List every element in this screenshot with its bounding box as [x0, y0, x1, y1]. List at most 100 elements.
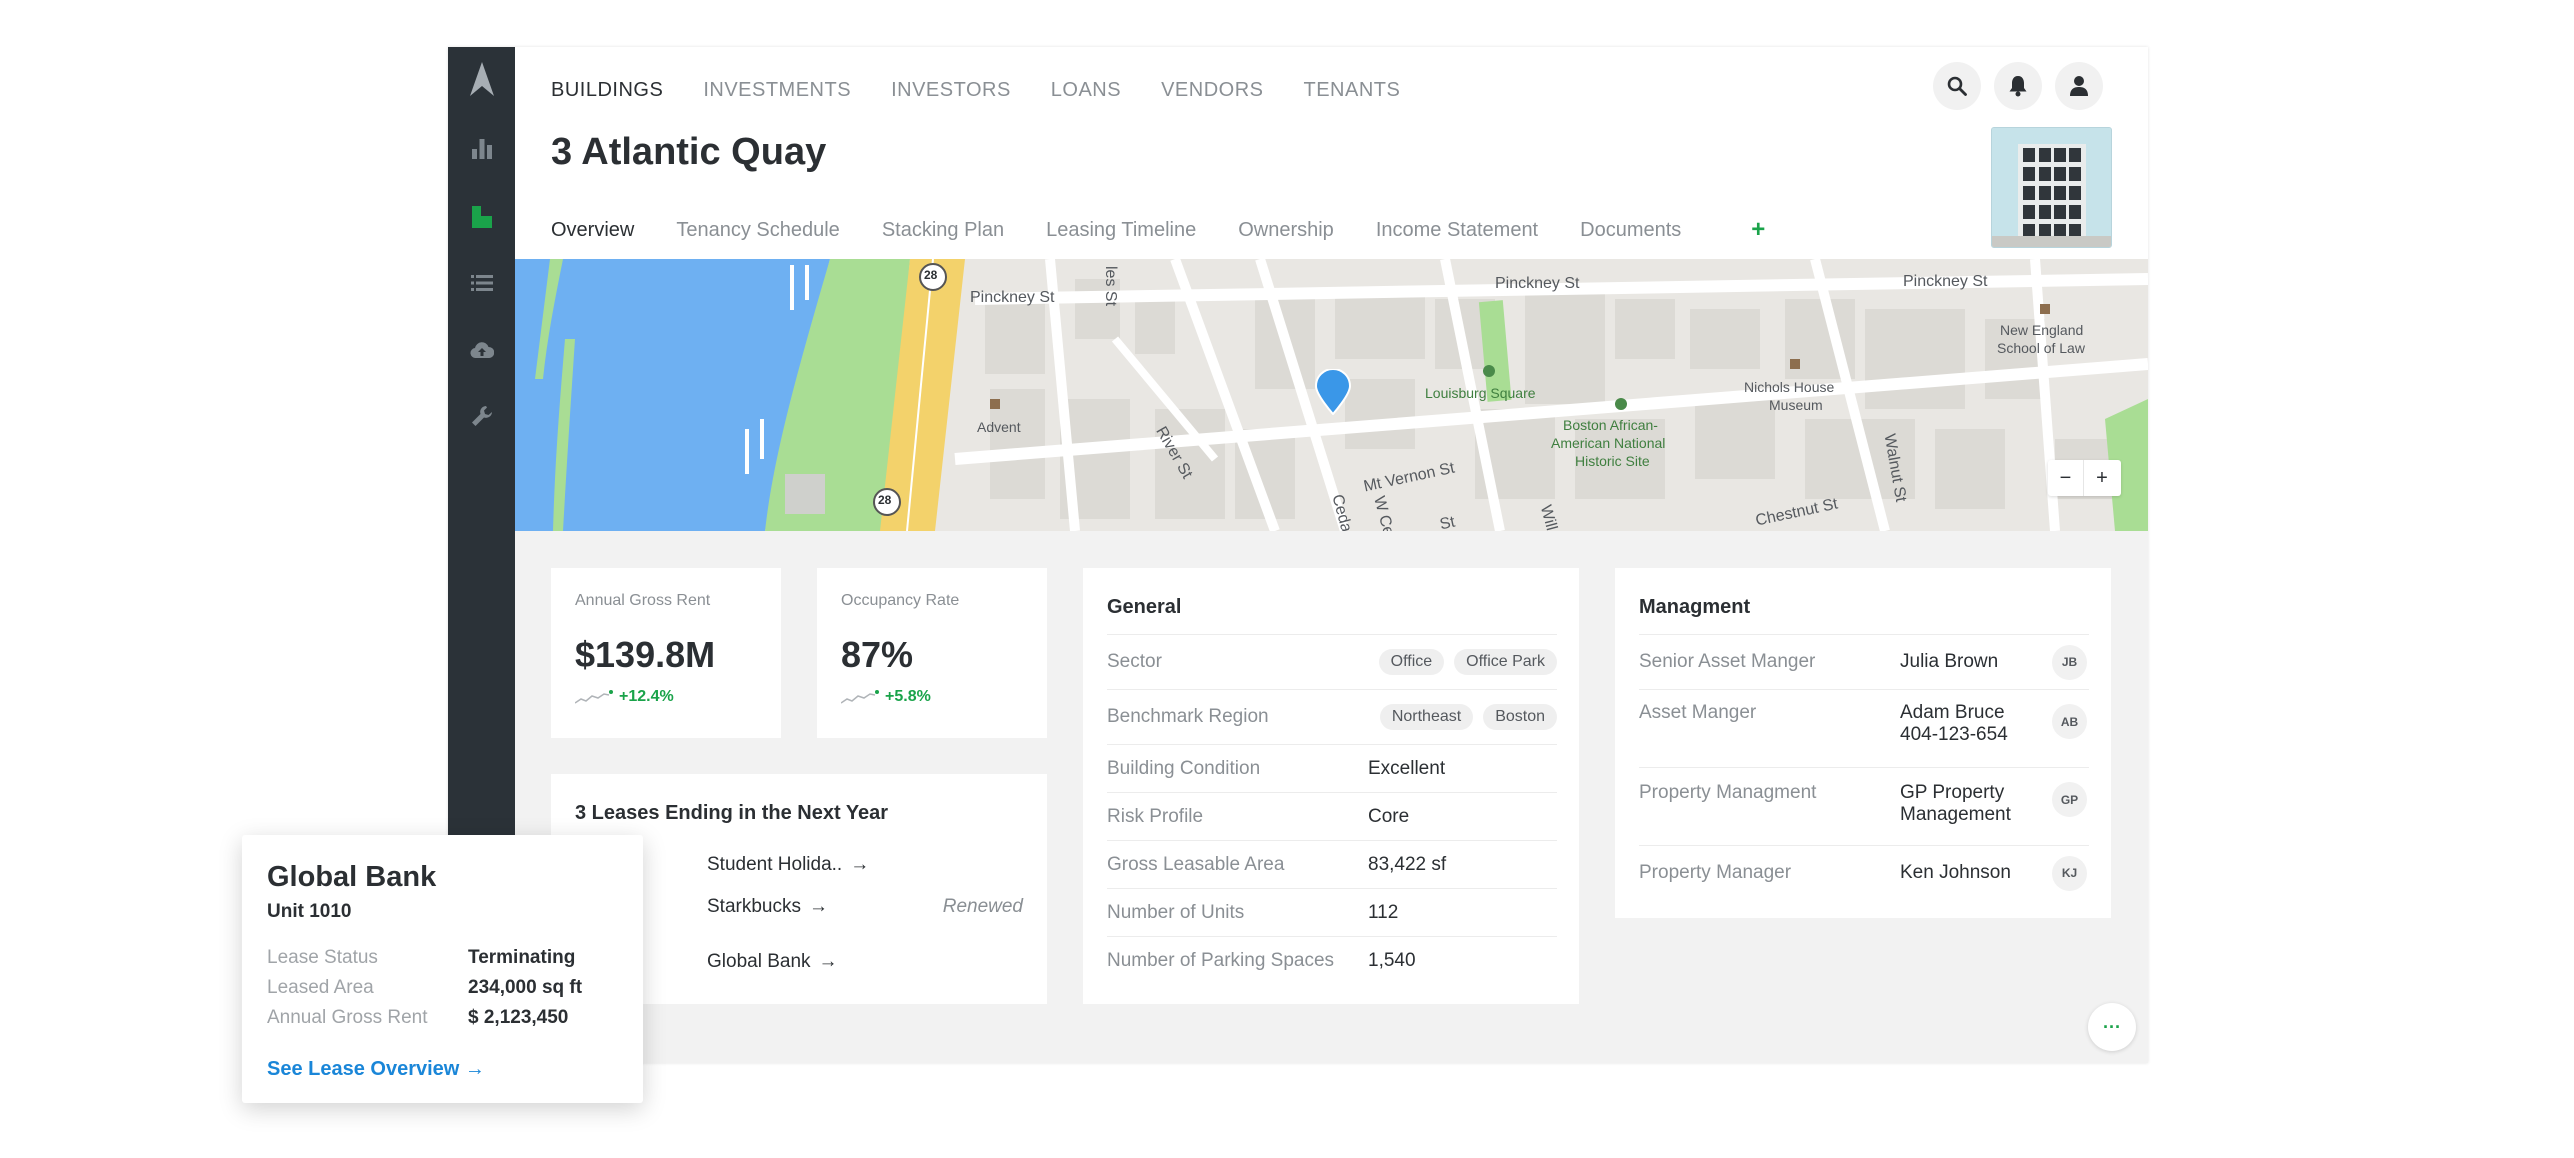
- building-thumbnail[interactable]: [1991, 127, 2112, 248]
- general-row: Number of Units 112: [1107, 888, 1557, 936]
- more-options-button[interactable]: ···: [2088, 1003, 2136, 1051]
- popup-row-label: Lease Status: [267, 947, 378, 968]
- lease-item[interactable]: Starkbucks →: [707, 896, 828, 918]
- tab-ownership[interactable]: Ownership: [1238, 215, 1334, 245]
- zoom-controls: − +: [2048, 460, 2121, 496]
- see-lease-overview-link[interactable]: See Lease Overview →: [267, 1058, 485, 1081]
- general-row: Sector Office Office Park: [1107, 634, 1557, 689]
- stat-trend: +12.4%: [575, 688, 674, 706]
- page-title: 3 Atlantic Quay: [551, 131, 827, 173]
- building-tabs: Overview Tenancy Schedule Stacking Plan …: [551, 215, 1765, 245]
- zoom-out-button[interactable]: −: [2048, 460, 2084, 496]
- wrench-icon[interactable]: [448, 396, 515, 436]
- tag[interactable]: Office: [1378, 649, 1445, 675]
- map-label: Nichols House: [1744, 379, 1835, 395]
- map-label: St: [1438, 513, 1457, 531]
- management-card: Managment Senior Asset Manger Julia Brow…: [1615, 568, 2111, 918]
- lease-item[interactable]: Global Bank →: [707, 951, 838, 973]
- nav-tenants[interactable]: TENANTS: [1304, 72, 1401, 108]
- popup-row-label: Leased Area: [267, 977, 374, 998]
- general-row-label: Building Condition: [1107, 757, 1261, 779]
- management-row-label: Senior Asset Manger: [1639, 651, 1816, 672]
- avatar[interactable]: AB: [2052, 704, 2087, 739]
- stat-label: Annual Gross Rent: [575, 592, 711, 609]
- sparkline-icon: [575, 690, 613, 704]
- tab-leasing-timeline[interactable]: Leasing Timeline: [1046, 215, 1196, 245]
- general-row: Building Condition Excellent: [1107, 744, 1557, 792]
- nav-investors[interactable]: INVESTORS: [891, 72, 1011, 108]
- management-row-value: Adam Bruce: [1900, 702, 2005, 723]
- zoom-in-button[interactable]: +: [2084, 460, 2120, 496]
- user-icon: [2070, 76, 2088, 96]
- map-label: Walnut St: [1880, 432, 1910, 504]
- tag[interactable]: Boston: [1483, 704, 1557, 730]
- map-label: River St: [1152, 423, 1196, 482]
- management-row: Property Manager Ken Johnson KJ: [1639, 845, 2089, 900]
- gross-rent-card: Annual Gross Rent $139.8M +12.4%: [551, 568, 781, 738]
- tag[interactable]: Office Park: [1454, 649, 1557, 675]
- stat-value: 87%: [841, 634, 914, 675]
- general-row-label: Benchmark Region: [1107, 706, 1269, 727]
- profile-button[interactable]: [2055, 62, 2103, 110]
- bell-icon: [2009, 76, 2027, 97]
- map-label: Advent: [977, 419, 1021, 435]
- add-tab-button[interactable]: +: [1751, 215, 1765, 245]
- map-label: Historic Site: [1575, 453, 1650, 469]
- map-label: School of Law: [1997, 340, 2085, 356]
- leases-title: 3 Leases Ending in the Next Year: [575, 802, 889, 824]
- nav-investments[interactable]: INVESTMENTS: [703, 72, 851, 108]
- tab-stacking-plan[interactable]: Stacking Plan: [882, 215, 1004, 245]
- popup-subtitle: Unit 1010: [267, 901, 352, 922]
- tab-documents[interactable]: Documents: [1580, 215, 1681, 245]
- map-label: W Ce: [1370, 494, 1397, 531]
- general-row: Gross Leasable Area 83,422 sf: [1107, 840, 1557, 888]
- map-label: Boston African-: [1563, 417, 1658, 433]
- main-content: BUILDINGS INVESTMENTS INVESTORS LOANS VE…: [515, 47, 2148, 1063]
- map[interactable]: Pinckney St Pinckney St Pinckney St New …: [515, 259, 2148, 531]
- general-card: General Sector Office Office Park Benchm…: [1083, 568, 1579, 1004]
- tab-income-statement[interactable]: Income Statement: [1376, 215, 1538, 245]
- general-row-value: Excellent: [1368, 757, 1446, 779]
- popup-row-label: Annual Gross Rent: [267, 1007, 428, 1028]
- search-button[interactable]: [1933, 62, 1981, 110]
- buildings-icon[interactable]: [448, 196, 515, 236]
- lease-item[interactable]: Student Holida.. →: [707, 854, 869, 876]
- tag[interactable]: Northeast: [1379, 704, 1474, 730]
- arrow-right-icon: →: [808, 896, 828, 917]
- tab-overview[interactable]: Overview: [551, 215, 634, 245]
- general-row: Risk Profile Core: [1107, 792, 1557, 840]
- notifications-button[interactable]: [1994, 62, 2042, 110]
- search-icon: [1947, 76, 1967, 96]
- list-icon[interactable]: [448, 263, 515, 303]
- lease-status: Renewed: [942, 896, 1023, 917]
- popup-row-value: Terminating: [468, 947, 576, 968]
- management-row-value: Julia Brown: [1900, 651, 1999, 672]
- tab-tenancy-schedule[interactable]: Tenancy Schedule: [676, 215, 839, 245]
- stat-trend-value: +12.4%: [619, 688, 674, 705]
- nav-vendors[interactable]: VENDORS: [1161, 72, 1263, 108]
- management-row: Property Managment GP Property Managemen…: [1639, 767, 2089, 845]
- nav-loans[interactable]: LOANS: [1051, 72, 1121, 108]
- cloud-upload-icon[interactable]: [448, 330, 515, 370]
- stat-trend: +5.8%: [841, 688, 931, 706]
- stat-value: $139.8M: [575, 634, 716, 675]
- general-row-value: 112: [1368, 901, 1399, 923]
- map-label: New England: [2000, 322, 2084, 338]
- management-title: Managment: [1639, 596, 1751, 618]
- popup-row: Leased Area 234,000 sq ft: [267, 977, 582, 999]
- management-row-value-line2: Management: [1900, 804, 2011, 825]
- map-label: American National: [1551, 435, 1666, 451]
- management-row: Senior Asset Manger Julia Brown JB: [1639, 634, 2089, 689]
- management-row-value: Ken Johnson: [1900, 862, 2011, 883]
- avatar[interactable]: KJ: [2052, 855, 2087, 891]
- lease-name: Global Bank: [707, 951, 811, 972]
- avatar[interactable]: GP: [2052, 782, 2087, 817]
- top-actions: [1933, 62, 2103, 110]
- route-number: 28: [924, 268, 938, 282]
- nav-buildings[interactable]: BUILDINGS: [551, 72, 663, 108]
- app-window: BUILDINGS INVESTMENTS INVESTORS LOANS VE…: [448, 47, 2148, 1063]
- location-marker-icon[interactable]: [1314, 368, 1352, 416]
- avatar[interactable]: JB: [2052, 644, 2087, 680]
- logo-icon[interactable]: [448, 59, 515, 99]
- bar-chart-icon[interactable]: [448, 128, 515, 168]
